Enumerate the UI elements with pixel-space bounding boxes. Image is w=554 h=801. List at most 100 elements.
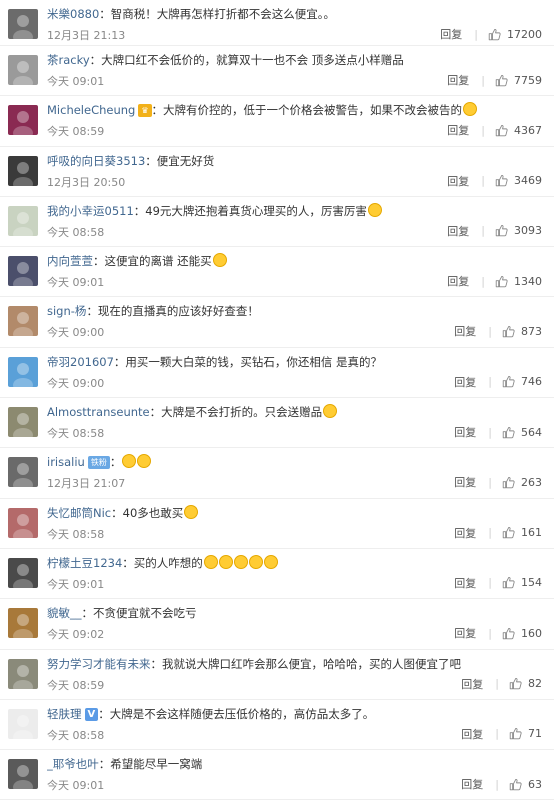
avatar[interactable] [8,256,38,287]
comment-actions: 回复 | 17200 [440,26,542,42]
reply-button[interactable]: 回复 [447,173,469,189]
avatar[interactable] [8,557,38,588]
username-link[interactable]: 轻肤理 [47,707,82,721]
username-link[interactable]: 我的小幸运0511 [47,204,134,218]
like-button[interactable]: 746 [502,375,542,388]
thumbs-up-icon [509,778,522,790]
comment-item: 内向萱萱：这便宜的离谱 还能买 今天 09:01 回复 | 1340 [0,247,554,298]
username-link[interactable]: 努力学习才能有未来 [47,657,151,671]
username-link[interactable]: Almosttranseunte [47,405,150,419]
thumbs-up-icon [495,74,508,86]
comment-text: ：大牌是不会这样随便去压低价格的，高仿品太多了。 [98,706,375,721]
reply-button[interactable]: 回复 [454,525,476,541]
comment-item: sign-杨：现在的直播真的应该好好查查！ 今天 09:00 回复 | 873 [0,297,554,348]
username-link[interactable]: 失忆邮筒Nic [47,506,111,520]
avatar-image [8,356,38,387]
comment-line: 努力学习才能有未来：我就说大牌口红咋会那么便宜，哈哈哈，买的人图便宜了吧 [47,656,546,672]
avatar[interactable] [8,457,38,488]
like-button[interactable]: 7759 [495,74,542,87]
timestamp: 今天 09:00 [47,376,105,390]
like-button[interactable]: 564 [502,426,542,439]
divider: | [488,626,492,640]
reply-button[interactable]: 回复 [447,223,469,239]
username-link[interactable]: 内向萱萱 [47,254,93,268]
avatar[interactable] [8,608,38,639]
timestamp: 12月3日 20:50 [47,175,126,189]
reply-button[interactable]: 回复 [454,424,476,440]
like-button[interactable]: 873 [502,325,542,338]
comment-line: 失忆邮筒Nic：40多也敢买 [47,504,546,521]
thumbs-up-icon [502,527,515,539]
like-count: 564 [521,425,542,439]
thumbs-up-icon [502,476,515,489]
reply-button[interactable]: 回复 [454,625,476,641]
like-button[interactable]: 71 [509,727,542,740]
reply-button[interactable]: 回复 [454,374,476,390]
reply-button[interactable]: 回复 [447,273,469,289]
username-link[interactable]: 呼吸的向日葵3513 [47,154,145,168]
comment-item: 米樂0880：智商税！大牌再怎样打折都不会这么便宜。。 12月3日 21:13 … [0,0,554,46]
username-link[interactable]: sign-杨 [47,304,86,318]
like-button[interactable]: 3093 [495,224,542,237]
reply-button[interactable]: 回复 [461,676,483,692]
avatar[interactable] [8,356,38,387]
like-button[interactable]: 1340 [495,275,542,288]
reply-button[interactable]: 回复 [461,726,483,742]
comment-actions: 回复 | 746 [454,374,542,390]
reply-button[interactable]: 回复 [454,575,476,591]
like-button[interactable]: 160 [502,627,542,640]
avatar[interactable] [8,658,38,689]
avatar[interactable] [8,306,38,337]
like-button[interactable]: 3469 [495,174,542,187]
reply-button[interactable]: 回复 [447,122,469,138]
like-button[interactable]: 17200 [488,28,542,41]
username-link[interactable]: 帝羽201607 [47,355,114,369]
reply-button[interactable]: 回复 [461,776,483,792]
divider: | [488,324,492,338]
reply-button[interactable]: 回复 [454,474,476,490]
avatar[interactable] [8,708,38,739]
username-link[interactable]: MicheleCheung [47,103,135,117]
comment-actions: 回复 | 71 [461,726,542,742]
like-button[interactable]: 154 [502,576,542,589]
like-button[interactable]: 4367 [495,124,542,137]
verified-badge: V [84,707,99,721]
reply-button[interactable]: 回复 [440,26,462,42]
avatar[interactable] [8,155,38,186]
avatar-image [8,708,38,739]
username-link[interactable]: 貌敏__ [47,606,82,620]
comment-text: ：这便宜的离谱 还能买 [93,254,212,269]
comment-item: 茶racky：大牌口红不会低价的，就算双十一也不会 顶多送点小样赠品 今天 09… [0,46,554,97]
comment-actions: 回复 | 564 [454,424,542,440]
like-button[interactable]: 63 [509,778,542,791]
comment-item: 帝羽201607：用买一颗大白菜的钱，买钻石，你还相信 是真的？ 今天 09:0… [0,347,554,399]
thumbs-up-icon [509,678,522,690]
username-link[interactable]: 茶racky [47,53,90,67]
timestamp: 今天 08:58 [47,427,105,441]
reply-button[interactable]: 回复 [454,323,476,339]
username-link[interactable]: _耶爷也叶 [47,757,99,771]
comment-actions: 回复 | 1340 [447,273,542,289]
comment-line: 轻肤理 V ：大牌是不会这样随便去压低价格的，高仿品太多了。 [47,706,546,722]
like-button[interactable]: 82 [509,677,542,690]
emoji-icon [137,454,152,469]
like-button[interactable]: 263 [502,476,542,489]
divider: | [488,576,492,590]
username-link[interactable]: 柠檬土豆1234 [47,556,122,570]
avatar[interactable] [8,759,38,790]
timestamp: 今天 08:59 [47,678,105,692]
username-link[interactable]: irisaliu [47,455,85,469]
comment-text: ：49元大牌还抱着真货心理买的人，厉害厉害 [133,203,367,218]
avatar[interactable] [8,55,38,85]
username-link[interactable]: 米樂0880 [47,7,99,21]
avatar[interactable] [8,205,38,236]
avatar[interactable] [8,507,38,538]
like-button[interactable]: 161 [502,526,542,539]
divider: | [481,73,485,87]
comment-text: ：不贪便宜就不会吃亏 [81,606,197,621]
avatar[interactable] [8,105,38,136]
avatar[interactable] [8,9,38,39]
avatar[interactable] [8,407,38,438]
reply-button[interactable]: 回复 [447,72,469,88]
like-count: 3469 [514,174,542,188]
